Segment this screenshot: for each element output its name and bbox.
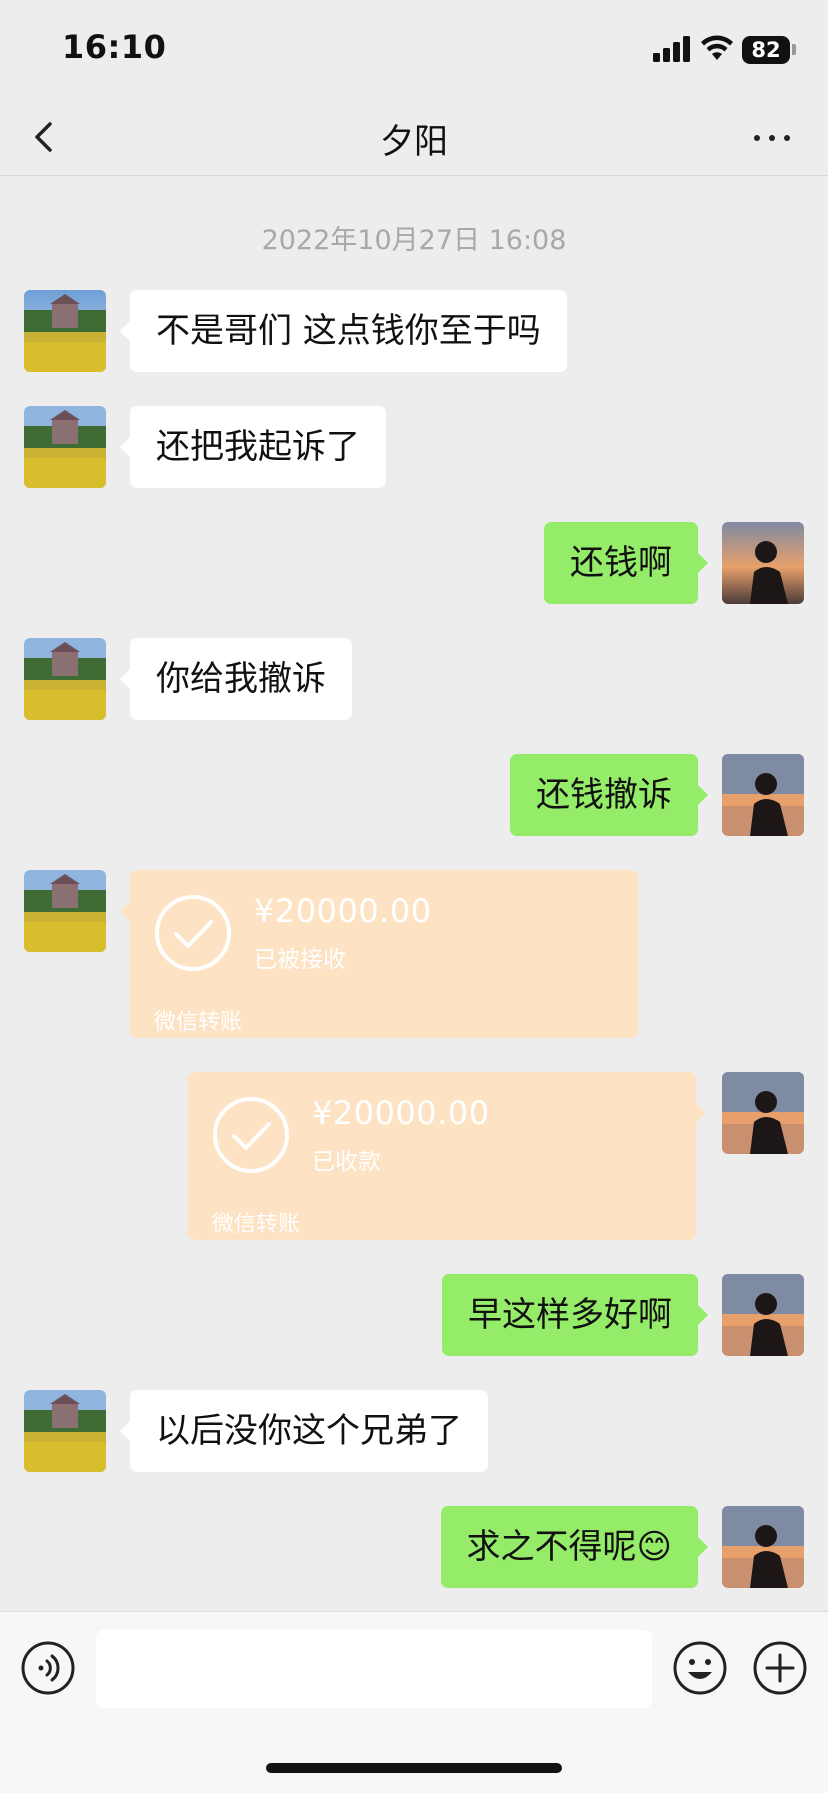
battery-cap: [792, 44, 796, 55]
message-text: 求之不得呢: [466, 1527, 637, 1567]
message-input-bar: [0, 1611, 828, 1793]
transfer-amount: ¥20000.00: [254, 892, 432, 930]
wifi-icon: [701, 35, 733, 60]
transfer-status: 已收款: [312, 1149, 381, 1175]
message-bubble-received[interactable]: 不是哥们 这点钱你至于吗: [120, 290, 567, 372]
more-options-icon[interactable]: [752, 114, 792, 160]
my-avatar[interactable]: [722, 754, 804, 836]
smile-emoji-icon: 😊: [636, 1527, 672, 1567]
my-avatar[interactable]: [722, 1506, 804, 1588]
transfer-label: 微信转账: [154, 1010, 243, 1035]
home-indicator[interactable]: [266, 1763, 562, 1773]
message-bubble-received[interactable]: 你给我撤诉: [120, 638, 352, 720]
transfer-status: 已被接收: [254, 947, 346, 973]
message-input[interactable]: [96, 1630, 652, 1708]
contact-avatar[interactable]: [24, 638, 106, 720]
message-timestamp: 2022年10月27日 16:08: [261, 225, 567, 256]
contact-avatar[interactable]: [24, 870, 106, 952]
message-bubble-sent[interactable]: 求之不得呢😊: [440, 1506, 709, 1588]
contact-avatar[interactable]: [24, 406, 106, 488]
transfer-card-sent[interactable]: ¥20000.00 已收款 微信转账: [188, 1072, 706, 1240]
status-bar: 16:10 82: [0, 0, 828, 100]
my-avatar[interactable]: [722, 1274, 804, 1356]
my-avatar[interactable]: [722, 1072, 804, 1154]
transfer-accepted-check-icon: [213, 1097, 289, 1173]
status-time: 16:10: [62, 28, 167, 66]
contact-avatar[interactable]: [24, 290, 106, 372]
my-avatar[interactable]: [722, 522, 804, 604]
more-functions-plus-icon[interactable]: [752, 1640, 808, 1696]
voice-input-icon[interactable]: [20, 1640, 76, 1696]
transfer-card-received[interactable]: ¥20000.00 已被接收 微信转账: [120, 870, 638, 1038]
message-bubble-sent[interactable]: 还钱啊: [544, 522, 708, 604]
emoji-icon[interactable]: [672, 1640, 728, 1696]
message-bubble-sent[interactable]: 早这样多好啊: [442, 1274, 708, 1356]
contact-avatar[interactable]: [24, 1390, 106, 1472]
message-bubble-received[interactable]: 以后没你这个兄弟了: [120, 1390, 488, 1472]
chat-header: 夕阳: [0, 100, 828, 176]
battery-icon: 82: [742, 36, 790, 64]
transfer-amount: ¥20000.00: [312, 1094, 490, 1132]
transfer-label: 微信转账: [212, 1212, 301, 1237]
transfer-accepted-check-icon: [155, 895, 231, 971]
message-bubble-sent[interactable]: 还钱撤诉: [510, 754, 708, 836]
cellular-signal-icon: [653, 36, 691, 62]
message-bubble-received[interactable]: 还把我起诉了: [120, 406, 386, 488]
chat-title: 夕阳: [380, 122, 448, 162]
